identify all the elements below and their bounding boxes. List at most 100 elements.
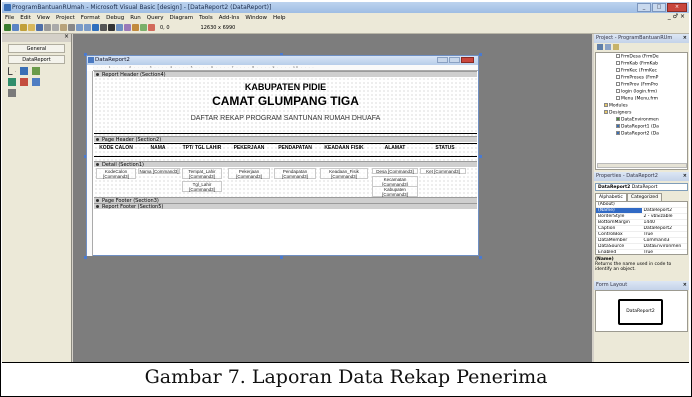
resize-handle[interactable] bbox=[479, 53, 482, 56]
tree-item[interactable]: FrmKec (FrmKec bbox=[616, 68, 657, 75]
field-kode-calon[interactable]: KodeCalon [Command3] bbox=[96, 168, 136, 179]
tree-item[interactable]: DataEnvironmen bbox=[616, 117, 659, 124]
column-bottom-line[interactable] bbox=[94, 156, 477, 157]
properties-window-icon[interactable] bbox=[124, 24, 131, 31]
page-header-section[interactable]: KODE CALON NAMA TPT/ TGL LAHIR PEKERJAAN… bbox=[94, 142, 477, 161]
close-button[interactable]: × bbox=[667, 3, 687, 12]
rptshape-tool-icon[interactable] bbox=[32, 78, 40, 86]
cut-icon[interactable] bbox=[44, 24, 51, 31]
menu-debug[interactable]: Debug bbox=[103, 15, 127, 21]
header-camat[interactable]: CAMAT GLUMPANG TIGA bbox=[94, 94, 477, 108]
menu-edit[interactable]: Edit bbox=[17, 15, 34, 21]
tab-alphabetic[interactable]: Alphabetic bbox=[595, 193, 627, 201]
menu-editor-icon[interactable] bbox=[20, 24, 27, 31]
designer-maximize-button[interactable] bbox=[449, 57, 460, 63]
rptimage-tool-icon[interactable] bbox=[8, 78, 16, 86]
menu-help[interactable]: Help bbox=[270, 15, 289, 21]
resize-handle[interactable] bbox=[479, 256, 482, 259]
header-divider-line[interactable] bbox=[94, 133, 477, 134]
toolbox-tab-datareport[interactable]: DataReport bbox=[8, 55, 65, 64]
datareport-designer-window[interactable]: DataReport2 · · · · 1 · · · · 2 · · · · … bbox=[86, 55, 479, 256]
col-keadaan-fisik[interactable]: KEADAAN FISIK bbox=[320, 145, 368, 151]
tree-item[interactable]: DataReport1 (Da bbox=[616, 124, 659, 131]
designer-minimize-button[interactable] bbox=[437, 57, 448, 63]
resize-handle[interactable] bbox=[280, 256, 283, 259]
field-nama[interactable]: Nama [Command3] bbox=[138, 168, 180, 174]
resize-handle[interactable] bbox=[84, 256, 87, 259]
menu-window[interactable]: Window bbox=[242, 15, 270, 21]
view-code-icon[interactable] bbox=[597, 44, 603, 50]
tree-item[interactable]: FrmProses (FrmP bbox=[616, 75, 658, 82]
break-icon[interactable] bbox=[100, 24, 107, 31]
menu-diagram[interactable]: Diagram bbox=[167, 15, 197, 21]
find-icon[interactable] bbox=[68, 24, 75, 31]
form-layout-icon[interactable] bbox=[132, 24, 139, 31]
project-explorer-icon[interactable] bbox=[116, 24, 123, 31]
col-status[interactable]: STATUS bbox=[422, 145, 468, 151]
form-layout-close-icon[interactable]: × bbox=[683, 281, 687, 290]
paste-icon[interactable] bbox=[60, 24, 67, 31]
view-object-icon[interactable] bbox=[605, 44, 611, 50]
copy-icon[interactable] bbox=[52, 24, 59, 31]
menu-run[interactable]: Run bbox=[127, 15, 144, 21]
menu-view[interactable]: View bbox=[34, 15, 53, 21]
tree-item[interactable]: FrmProv (FrmPro bbox=[616, 82, 658, 89]
field-desa[interactable]: Desa [Command3] bbox=[372, 168, 418, 174]
toolbox-tab-general[interactable]: General bbox=[8, 44, 65, 53]
toolbox-icon[interactable] bbox=[148, 24, 155, 31]
save-project-icon[interactable] bbox=[36, 24, 43, 31]
report-header-section[interactable]: KABUPATEN PIDIE CAMAT GLUMPANG TIGA DAFT… bbox=[94, 77, 477, 136]
field-kabupaten[interactable]: Kabupaten [Command3] bbox=[372, 186, 418, 197]
form-layout-preview[interactable]: DataReport2 bbox=[618, 299, 663, 325]
header-program-title[interactable]: DAFTAR REKAP PROGRAM SANTUNAN RUMAH DHUA… bbox=[94, 115, 477, 122]
detail-section[interactable]: KodeCalon [Command3] Nama [Command3] Temp… bbox=[94, 167, 477, 197]
rptfunction-tool-icon[interactable] bbox=[8, 89, 16, 97]
resize-handle[interactable] bbox=[479, 155, 482, 158]
menu-tools[interactable]: Tools bbox=[196, 15, 216, 21]
menu-format[interactable]: Format bbox=[78, 15, 103, 21]
field-tgl-lahir[interactable]: Tgl_Lahir [Command3] bbox=[182, 181, 222, 192]
tree-item[interactable]: DataReport2 (Da bbox=[616, 131, 659, 138]
tab-categorized[interactable]: Categorized bbox=[626, 193, 663, 201]
mdi-child-controls[interactable]: _ ♂ × bbox=[668, 13, 685, 20]
column-top-line[interactable] bbox=[94, 143, 477, 144]
add-project-icon[interactable] bbox=[4, 24, 11, 31]
field-ket[interactable]: Ket [Command3] bbox=[420, 168, 466, 174]
rpttextbox-tool-icon[interactable] bbox=[32, 67, 40, 75]
minimize-button[interactable]: _ bbox=[637, 3, 651, 12]
add-form-icon[interactable] bbox=[12, 24, 19, 31]
header-kabupaten[interactable]: KABUPATEN PIDIE bbox=[94, 82, 477, 92]
project-close-icon[interactable]: × bbox=[683, 34, 687, 43]
col-alamat[interactable]: ALAMAT bbox=[372, 145, 418, 151]
col-kode-calon[interactable]: KODE CALON bbox=[96, 145, 136, 151]
tree-item[interactable]: FrmKab (FrmKab bbox=[616, 61, 658, 68]
open-project-icon[interactable] bbox=[28, 24, 35, 31]
field-tempat-lahir[interactable]: Tempat_Lahir [Command3] bbox=[182, 168, 222, 179]
col-pendapatan[interactable]: PENDAPATAN bbox=[274, 145, 316, 151]
redo-icon[interactable] bbox=[84, 24, 91, 31]
end-icon[interactable] bbox=[108, 24, 115, 31]
properties-close-icon[interactable]: × bbox=[683, 172, 687, 181]
pointer-tool-icon[interactable] bbox=[8, 67, 16, 75]
menu-project[interactable]: Project bbox=[53, 15, 78, 21]
section-bar-report-footer[interactable]: Report Footer (Section5) bbox=[94, 203, 477, 210]
rptline-tool-icon[interactable] bbox=[20, 78, 28, 86]
tree-horizontal-scrollbar[interactable] bbox=[597, 163, 687, 168]
rptlabel-tool-icon[interactable] bbox=[20, 67, 28, 75]
start-icon[interactable] bbox=[92, 24, 99, 31]
property-row[interactable]: Enabled True bbox=[596, 250, 687, 254]
tree-item[interactable]: FrmDesa (FrmDe bbox=[616, 54, 659, 61]
undo-icon[interactable] bbox=[76, 24, 83, 31]
field-keadaan-fisik[interactable]: Keadaan_Fisik [Command3] bbox=[320, 168, 368, 179]
col-nama[interactable]: NAMA bbox=[140, 145, 176, 151]
tree-item[interactable]: login (login.frm) bbox=[616, 89, 657, 96]
maximize-button[interactable]: □ bbox=[652, 3, 666, 12]
menu-query[interactable]: Query bbox=[144, 15, 167, 21]
menu-addins[interactable]: Add-Ins bbox=[216, 15, 243, 21]
object-selector[interactable]: DataReport2 DataReport bbox=[595, 183, 688, 191]
menu-file[interactable]: File bbox=[2, 15, 17, 21]
tree-folder-designers[interactable]: Designers bbox=[604, 110, 632, 117]
field-pendapatan[interactable]: Pendapatan [Command3] bbox=[274, 168, 316, 179]
col-pekerjaan[interactable]: PEKERJAAN bbox=[228, 145, 270, 151]
field-pekerjaan[interactable]: Pekerjaan [Command3] bbox=[228, 168, 270, 179]
